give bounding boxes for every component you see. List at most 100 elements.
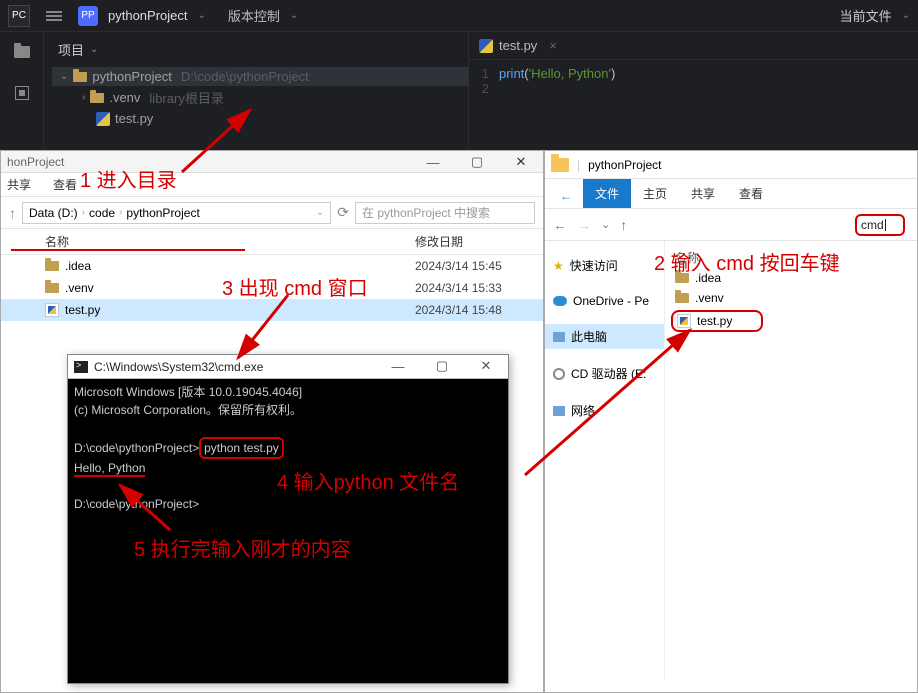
- nav-this-pc[interactable]: 此电脑: [545, 324, 664, 349]
- close-button[interactable]: ✕: [464, 355, 508, 377]
- breadcrumb[interactable]: Data (D:) › code › pythonProject ⌄: [22, 202, 331, 224]
- nav-label: 此电脑: [571, 328, 607, 345]
- close-icon[interactable]: ×: [549, 38, 557, 53]
- structure-tool-icon[interactable]: [15, 86, 29, 100]
- chevron-right-icon: ›: [119, 207, 122, 218]
- back-button[interactable]: ←: [549, 184, 583, 208]
- current-file-label[interactable]: 当前文件: [840, 6, 892, 25]
- folder-icon: [551, 158, 569, 172]
- chevron-down-icon[interactable]: ⌄: [90, 44, 98, 55]
- tab-file[interactable]: 文件: [583, 179, 631, 208]
- hamburger-icon[interactable]: [46, 15, 62, 17]
- minimize-button[interactable]: —: [411, 151, 455, 173]
- list-item[interactable]: .venv 2024/3/14 15:33: [1, 277, 543, 299]
- list-item[interactable]: .venv: [665, 288, 917, 308]
- file-name: .idea: [65, 259, 91, 273]
- editor-tab[interactable]: test.py ×: [469, 32, 918, 60]
- line-number: 2: [469, 81, 489, 96]
- nav-cd-drive[interactable]: CD 驱动器 (E:: [545, 361, 664, 386]
- maximize-button[interactable]: ▢: [420, 355, 464, 377]
- search-input[interactable]: 在 pythonProject 中搜索: [355, 202, 535, 224]
- folder-icon: [73, 72, 87, 82]
- menu-view[interactable]: 查看: [53, 176, 77, 193]
- tree-venv[interactable]: › .venv library根目录: [52, 86, 468, 109]
- code-area[interactable]: 1 2 print('Hello, Python'): [469, 60, 918, 96]
- list-item[interactable]: test.py 2024/3/14 15:48: [1, 299, 543, 321]
- folder-icon: [675, 293, 689, 303]
- file-name: .venv: [695, 291, 724, 305]
- cmd-icon: [74, 361, 88, 373]
- breadcrumb-drive[interactable]: Data (D:): [29, 206, 78, 220]
- nav-quick-access[interactable]: ★快速访问: [545, 253, 664, 278]
- chevron-down-icon[interactable]: ⌄: [290, 10, 298, 21]
- cmd-prompt: D:\code\pythonProject>: [74, 441, 199, 455]
- pycharm-window: PC PP pythonProject ⌄ 版本控制 ⌄ 当前文件 ⌄ 项目 ⌄…: [0, 0, 918, 150]
- file-name: .venv: [65, 281, 94, 295]
- project-name[interactable]: pythonProject: [108, 8, 188, 23]
- up-button[interactable]: ↑: [9, 205, 16, 221]
- breadcrumb-project[interactable]: pythonProject: [126, 206, 199, 220]
- folder-icon: [90, 93, 104, 103]
- sidebar-title: 项目: [58, 40, 84, 59]
- line-number: 1: [469, 66, 489, 81]
- col-name[interactable]: 名称: [675, 249, 699, 266]
- list-item[interactable]: .idea 2024/3/14 15:45: [1, 255, 543, 277]
- tab-share[interactable]: 共享: [679, 179, 727, 208]
- tree-testpy[interactable]: test.py: [52, 109, 468, 128]
- chevron-down-icon[interactable]: ⌄: [316, 207, 324, 218]
- editor-panel: test.py × 1 2 print('Hello, Python'): [468, 32, 918, 150]
- tree-root-path: D:\code\pythonProject: [181, 69, 309, 84]
- project-sidebar: 项目 ⌄ ⌄ pythonProject D:\code\pythonProje…: [44, 32, 468, 150]
- breadcrumb-code[interactable]: code: [89, 206, 115, 220]
- onedrive-icon: [553, 296, 567, 306]
- col-name[interactable]: 名称: [45, 233, 415, 250]
- file-date: 2024/3/14 15:48: [415, 303, 502, 317]
- folder-icon: [45, 261, 59, 271]
- cmd-body[interactable]: Microsoft Windows [版本 10.0.19045.4046] (…: [68, 379, 508, 517]
- file-date: 2024/3/14 15:45: [415, 259, 502, 273]
- cmd-command-highlight: python test.py: [199, 437, 284, 459]
- pc-icon: [553, 332, 565, 342]
- tree-venv-name: .venv: [109, 90, 140, 105]
- up-button[interactable]: ↑: [620, 217, 627, 233]
- nav-label: CD 驱动器 (E:: [571, 365, 646, 382]
- menu-share[interactable]: 共享: [7, 176, 31, 193]
- nav-network[interactable]: 网络: [545, 398, 664, 423]
- cmd-line: Microsoft Windows [版本 10.0.19045.4046]: [74, 385, 302, 399]
- nav-label: OneDrive - Pe: [573, 294, 649, 308]
- back-button[interactable]: ←: [553, 217, 567, 233]
- window-title: pythonProject: [588, 158, 661, 172]
- code-close: ): [611, 66, 615, 81]
- chevron-down-icon: ⌄: [60, 71, 68, 82]
- chevron-down-icon[interactable]: ⌄: [601, 218, 610, 231]
- forward-button[interactable]: →: [577, 217, 591, 233]
- python-file-icon: [45, 303, 59, 317]
- cd-icon: [553, 368, 565, 380]
- tab-home[interactable]: 主页: [631, 179, 679, 208]
- refresh-button[interactable]: ⟳: [337, 204, 349, 221]
- folder-icon: [675, 273, 689, 283]
- close-button[interactable]: ✕: [499, 151, 543, 173]
- address-bar[interactable]: cmd: [855, 214, 905, 236]
- nav-onedrive[interactable]: OneDrive - Pe: [545, 290, 664, 312]
- version-control-menu[interactable]: 版本控制: [228, 6, 280, 25]
- maximize-button[interactable]: ▢: [455, 151, 499, 173]
- minimize-button[interactable]: —: [376, 355, 420, 377]
- star-icon: ★: [553, 259, 564, 273]
- pycharm-logo-icon: PC: [8, 5, 30, 27]
- chevron-down-icon[interactable]: ⌄: [902, 10, 910, 21]
- nav-toolbar: ↑ Data (D:) › code › pythonProject ⌄ ⟳ 在…: [1, 197, 543, 229]
- file-date: 2024/3/14 15:33: [415, 281, 502, 295]
- tree-root[interactable]: ⌄ pythonProject D:\code\pythonProject: [52, 67, 468, 86]
- file-name: test.py: [65, 303, 100, 317]
- col-date[interactable]: 修改日期: [415, 233, 463, 250]
- file-list: 名称 .idea .venv test.py: [665, 241, 917, 681]
- tab-view[interactable]: 查看: [727, 179, 775, 208]
- cmd-output-highlight: Hello, Python: [74, 461, 145, 477]
- chevron-down-icon[interactable]: ⌄: [198, 10, 206, 21]
- python-file-icon: [479, 39, 493, 53]
- project-tool-icon[interactable]: [14, 46, 30, 58]
- code-fn: print: [499, 66, 524, 81]
- list-item[interactable]: .idea: [665, 268, 917, 288]
- list-item-highlight[interactable]: test.py: [671, 310, 763, 332]
